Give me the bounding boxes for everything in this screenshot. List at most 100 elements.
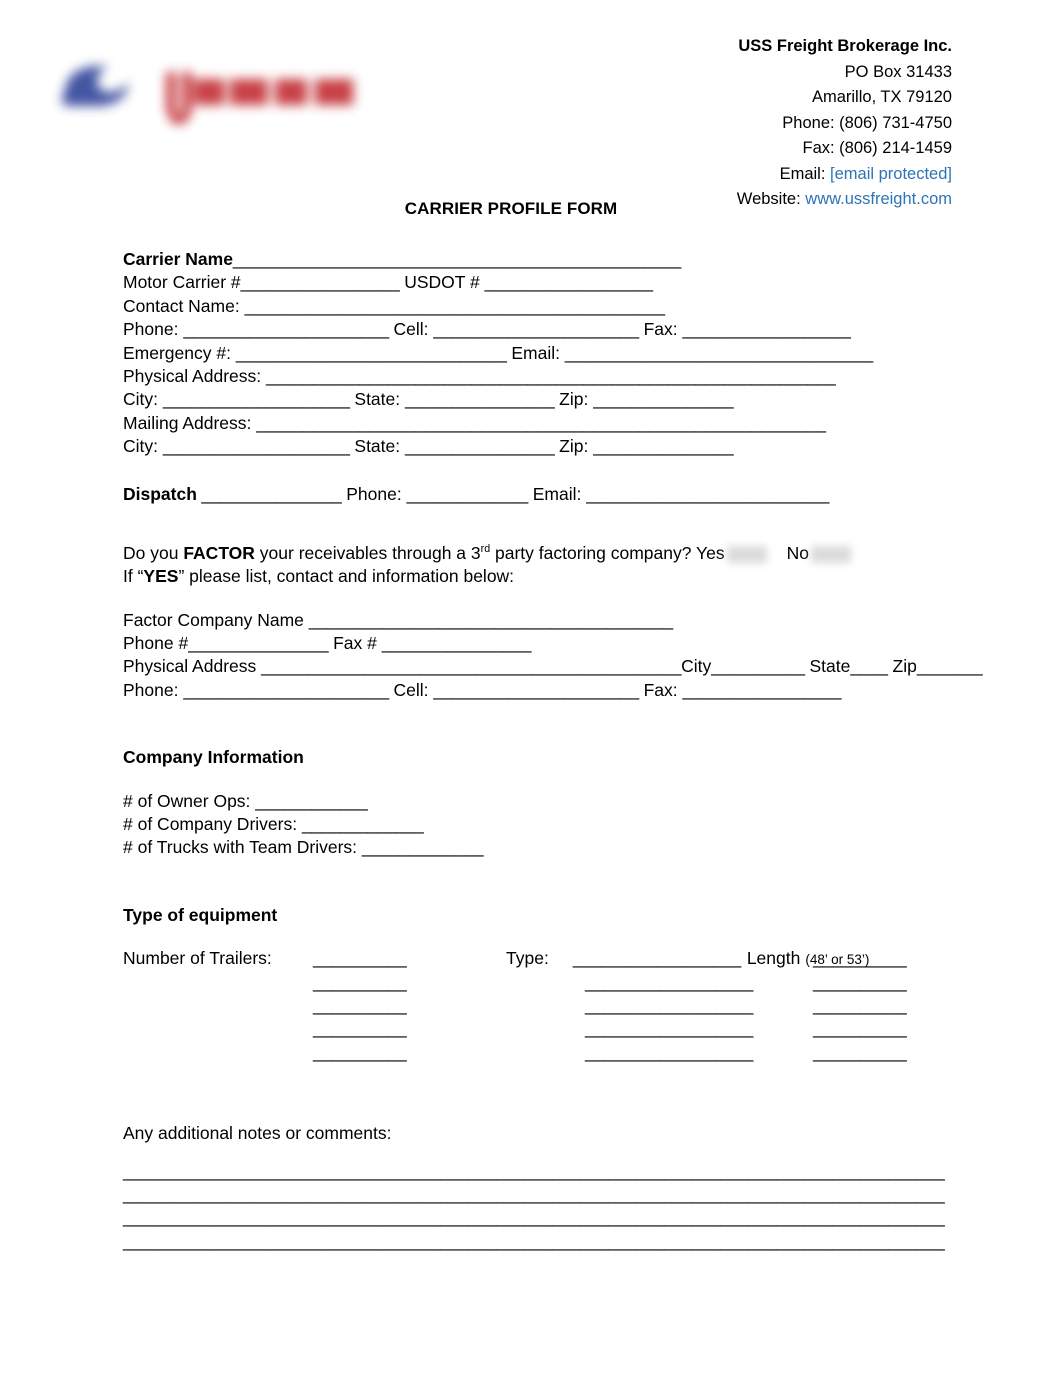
length-input-3[interactable]: __________: [813, 994, 907, 1017]
factor-company-name-label: Factor Company Name: [123, 609, 309, 630]
cell-input[interactable]: ______________________: [433, 319, 639, 339]
carrier-email-input[interactable]: _________________________________: [565, 343, 873, 363]
factor-no-checkbox[interactable]: [810, 545, 851, 563]
trailers-count-input-5[interactable]: __________: [313, 1041, 407, 1064]
factor-state-input[interactable]: ____: [850, 656, 888, 676]
page-title: CARRIER PROFILE FORM: [404, 199, 618, 218]
factor-if-yes-note: If “YES” please list, contact and inform…: [123, 565, 953, 588]
factor-question-post: party factoring company? Yes: [490, 542, 725, 563]
field-emergency-email: Emergency #: ___________________________…: [123, 342, 953, 365]
factor-phone-input[interactable]: _______________: [188, 633, 328, 653]
field-physical-address: Physical Address: ______________________…: [123, 365, 953, 388]
length-input-4[interactable]: __________: [813, 1017, 907, 1040]
notes-line-2[interactable]: ________________________________________…: [123, 1183, 953, 1206]
factor-fax2-input[interactable]: _________________: [682, 680, 841, 700]
physical-address-label: Physical Address:: [123, 365, 266, 386]
owner-ops-input[interactable]: ____________: [255, 791, 367, 811]
mailing-state-input[interactable]: ________________: [405, 436, 555, 456]
emergency-input[interactable]: _____________________________: [236, 343, 507, 363]
trailers-count-input-1[interactable]: __________: [313, 947, 407, 970]
email-link[interactable]: [email protected]: [830, 165, 952, 183]
company-drivers-label: # of Company Drivers:: [123, 814, 302, 835]
length-input-2[interactable]: __________: [813, 971, 907, 994]
type-input-5[interactable]: __________________: [585, 1041, 753, 1064]
motor-carrier-input[interactable]: _________________: [241, 272, 400, 292]
state-input[interactable]: ________________: [405, 389, 555, 409]
type-input-3[interactable]: __________________: [585, 994, 753, 1017]
factor-physical-address-label: Physical Address: [123, 656, 262, 677]
notes-line-3[interactable]: ________________________________________…: [123, 1206, 953, 1229]
company-fax: Fax: (806) 214-1459: [802, 139, 952, 157]
field-physical-city-state-zip: City: ____________________ State: ______…: [123, 388, 953, 411]
usdot-label: USDOT #: [399, 272, 485, 293]
company-contact-block: USS Freight Brokerage Inc. PO Box 31433 …: [737, 34, 952, 213]
zip-label: Zip:: [554, 389, 594, 410]
number-of-trailers-label: Number of Trailers:: [123, 948, 272, 969]
factor-physical-address-input[interactable]: ________________________________________…: [261, 656, 681, 676]
trailers-count-input-3[interactable]: __________: [313, 994, 407, 1017]
trailers-count-input-4[interactable]: __________: [313, 1017, 407, 1040]
dispatch-label: Dispatch: [123, 483, 197, 504]
factor-phone2-input[interactable]: ______________________: [183, 680, 389, 700]
field-team-drivers: # of Trucks with Team Drivers: _________…: [123, 836, 953, 859]
type-input-2[interactable]: __________________: [585, 971, 753, 994]
equipment-row: __________ __________________ __________: [123, 1017, 953, 1040]
factor-zip-label: Zip: [887, 656, 917, 677]
type-input-4[interactable]: __________________: [585, 1017, 753, 1040]
field-factor-company-name: Factor Company Name ____________________…: [123, 609, 953, 632]
phone-input[interactable]: ______________________: [183, 319, 389, 339]
factor-phone2-label: Phone:: [123, 679, 184, 700]
mailing-city-input[interactable]: ____________________: [163, 436, 350, 456]
factor-question: Do you FACTOR your receivables through a…: [123, 542, 953, 565]
factor-fax2-label: Fax:: [638, 679, 683, 700]
dispatch-phone-input[interactable]: _____________: [407, 484, 529, 504]
factor-city-input[interactable]: __________: [711, 656, 805, 676]
type-of-equipment-heading: Type of equipment: [123, 904, 277, 927]
logo-blurred-artwork: [59, 52, 382, 130]
usdot-input[interactable]: __________________: [485, 272, 653, 292]
field-dispatch: Dispatch _______________ Phone: ________…: [123, 483, 953, 506]
length-input-1[interactable]: __________: [813, 947, 907, 970]
form-body: Carrier Name____________________________…: [123, 248, 983, 1253]
factor-no-label: No: [786, 542, 809, 563]
company-logo: [59, 52, 382, 130]
factor-yes-checkbox[interactable]: [726, 545, 767, 563]
field-contact-name: Contact Name: __________________________…: [123, 295, 953, 318]
mailing-zip-input[interactable]: _______________: [593, 436, 733, 456]
contact-name-input[interactable]: ________________________________________…: [245, 296, 665, 316]
length-input-5[interactable]: __________: [813, 1041, 907, 1064]
type-label: Type:: [506, 948, 549, 969]
notes-line-1[interactable]: ________________________________________…: [123, 1160, 953, 1183]
carrier-name-input[interactable]: ________________________________________…: [233, 249, 681, 269]
factor-state-label: State: [804, 656, 851, 677]
fax-input[interactable]: __________________: [682, 319, 850, 339]
team-drivers-input[interactable]: _____________: [362, 837, 484, 857]
factor-keyword: FACTOR: [183, 542, 255, 563]
dispatch-input[interactable]: _______________: [197, 484, 341, 504]
zip-input[interactable]: _______________: [593, 389, 733, 409]
factor-company-name-input[interactable]: _______________________________________: [309, 610, 673, 630]
factor-fax-label: Fax #: [328, 633, 382, 654]
phone-label: Phone:: [123, 319, 184, 340]
mailing-address-input[interactable]: ________________________________________…: [256, 413, 826, 433]
section-company-information: Company Information: [123, 746, 953, 769]
motor-carrier-label: Motor Carrier #: [123, 272, 241, 293]
trailers-count-input-2[interactable]: __________: [313, 971, 407, 994]
mailing-state-label: State:: [349, 436, 405, 457]
factor-cell-input[interactable]: ______________________: [433, 680, 639, 700]
type-input-1[interactable]: __________________: [573, 948, 741, 968]
physical-address-input[interactable]: ________________________________________…: [266, 366, 836, 386]
notes-line-4[interactable]: ________________________________________…: [123, 1230, 953, 1253]
company-drivers-input[interactable]: _____________: [302, 814, 424, 834]
field-factor-phone-cell-fax: Phone: ______________________ Cell: ____…: [123, 679, 953, 702]
state-label: State:: [349, 389, 405, 410]
owner-ops-label: # of Owner Ops:: [123, 790, 256, 811]
factor-fax-input[interactable]: ________________: [382, 633, 532, 653]
dispatch-email-input[interactable]: __________________________: [586, 484, 829, 504]
factor-phone-label: Phone #: [123, 633, 189, 654]
city-input[interactable]: ____________________: [163, 389, 350, 409]
cell-label: Cell:: [388, 319, 434, 340]
factor-zip-input[interactable]: _______: [917, 656, 983, 676]
field-mailing-address: Mailing Address: _______________________…: [123, 412, 953, 435]
company-name: USS Freight Brokerage Inc.: [738, 37, 952, 55]
